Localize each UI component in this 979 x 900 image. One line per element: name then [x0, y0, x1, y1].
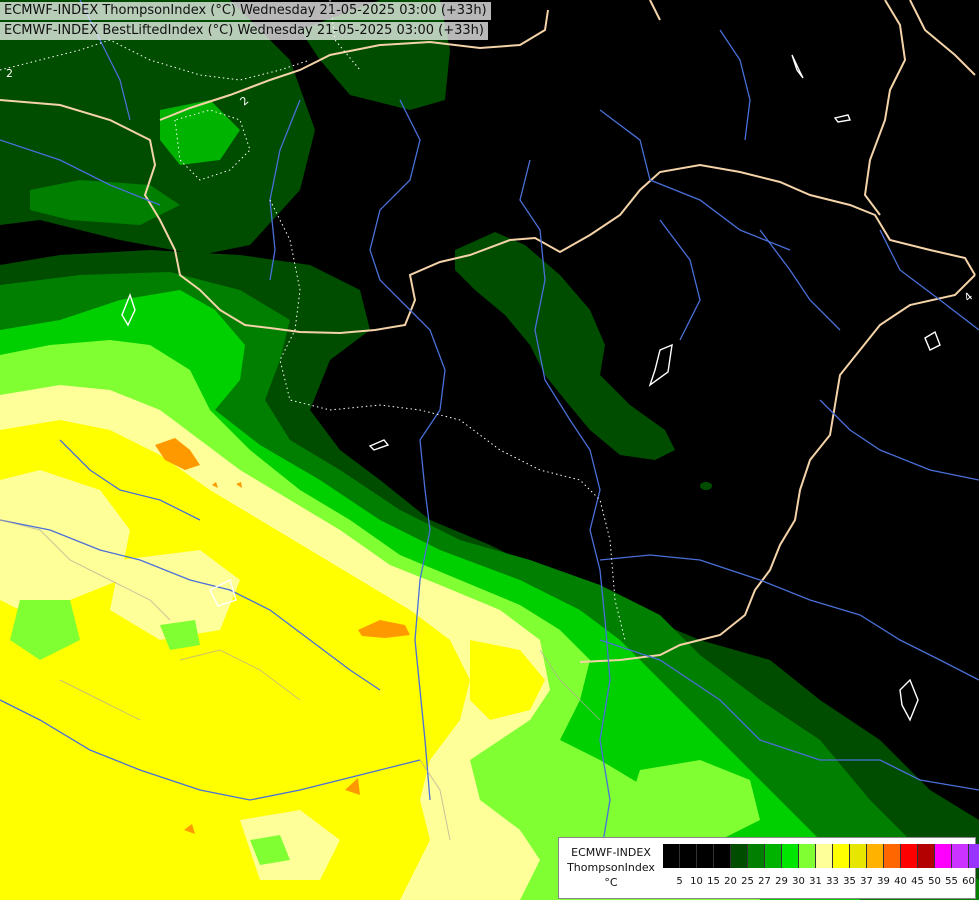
legend-tick-label: 50: [928, 876, 941, 887]
legend-swatch: [901, 844, 918, 868]
legend-tick-label: 35: [843, 876, 856, 887]
legend-swatch: [935, 844, 952, 868]
legend-swatch: [799, 844, 816, 868]
legend-tick-label: 30: [792, 876, 805, 887]
legend-unit: °C: [604, 876, 618, 889]
legend-tick-label: 10: [690, 876, 703, 887]
legend-tick-label: 33: [826, 876, 839, 887]
legend-swatch: [765, 844, 782, 868]
legend-tick-label: 5: [676, 876, 683, 887]
legend-swatch: [663, 844, 680, 868]
legend-swatch: [680, 844, 697, 868]
legend-swatch: [833, 844, 850, 868]
color-legend: ECMWF-INDEX ThompsonIndex °C 5 10 15 20 25 27…: [558, 837, 979, 899]
legend-tick-label: 60: [962, 876, 975, 887]
legend-swatch: [952, 844, 969, 868]
legend-swatch: [969, 844, 979, 868]
legend-tick-label: 25: [741, 876, 754, 887]
legend-title-line2: ThompsonIndex: [567, 861, 655, 874]
weather-map: 2 2 4: [0, 0, 979, 900]
legend-swatch: [782, 844, 799, 868]
zone-small-green-1: [700, 482, 712, 490]
legend-swatch: [918, 844, 935, 868]
contour-label-1: 2: [6, 67, 13, 80]
legend-tick-label: 37: [860, 876, 873, 887]
legend-swatch: [884, 844, 901, 868]
legend-swatch: [748, 844, 765, 868]
legend-tick-label: 31: [809, 876, 822, 887]
legend-swatch: [731, 844, 748, 868]
legend-swatch: [697, 844, 714, 868]
legend-swatch: [867, 844, 884, 868]
legend-tick-label: 20: [724, 876, 737, 887]
legend-tick-label: 29: [775, 876, 788, 887]
legend-tick-label: 39: [877, 876, 890, 887]
map-title-thompson: ECMWF-INDEX ThompsonIndex (°C) Wednesday…: [0, 2, 491, 20]
legend-title-line1: ECMWF-INDEX: [571, 846, 651, 859]
legend-swatch: [714, 844, 731, 868]
map-title-bestlifted: ECMWF-INDEX BestLiftedIndex (°C) Wednesd…: [0, 22, 488, 40]
legend-swatch: [816, 844, 833, 868]
legend-title: ECMWF-INDEX ThompsonIndex °C: [563, 845, 659, 890]
legend-tick-label: 45: [911, 876, 924, 887]
legend-tick-label: 55: [945, 876, 958, 887]
legend-swatches: [663, 844, 979, 868]
legend-tick-label: 27: [758, 876, 771, 887]
legend-tick-label: 15: [707, 876, 720, 887]
legend-swatch: [850, 844, 867, 868]
legend-tick-label: 40: [894, 876, 907, 887]
